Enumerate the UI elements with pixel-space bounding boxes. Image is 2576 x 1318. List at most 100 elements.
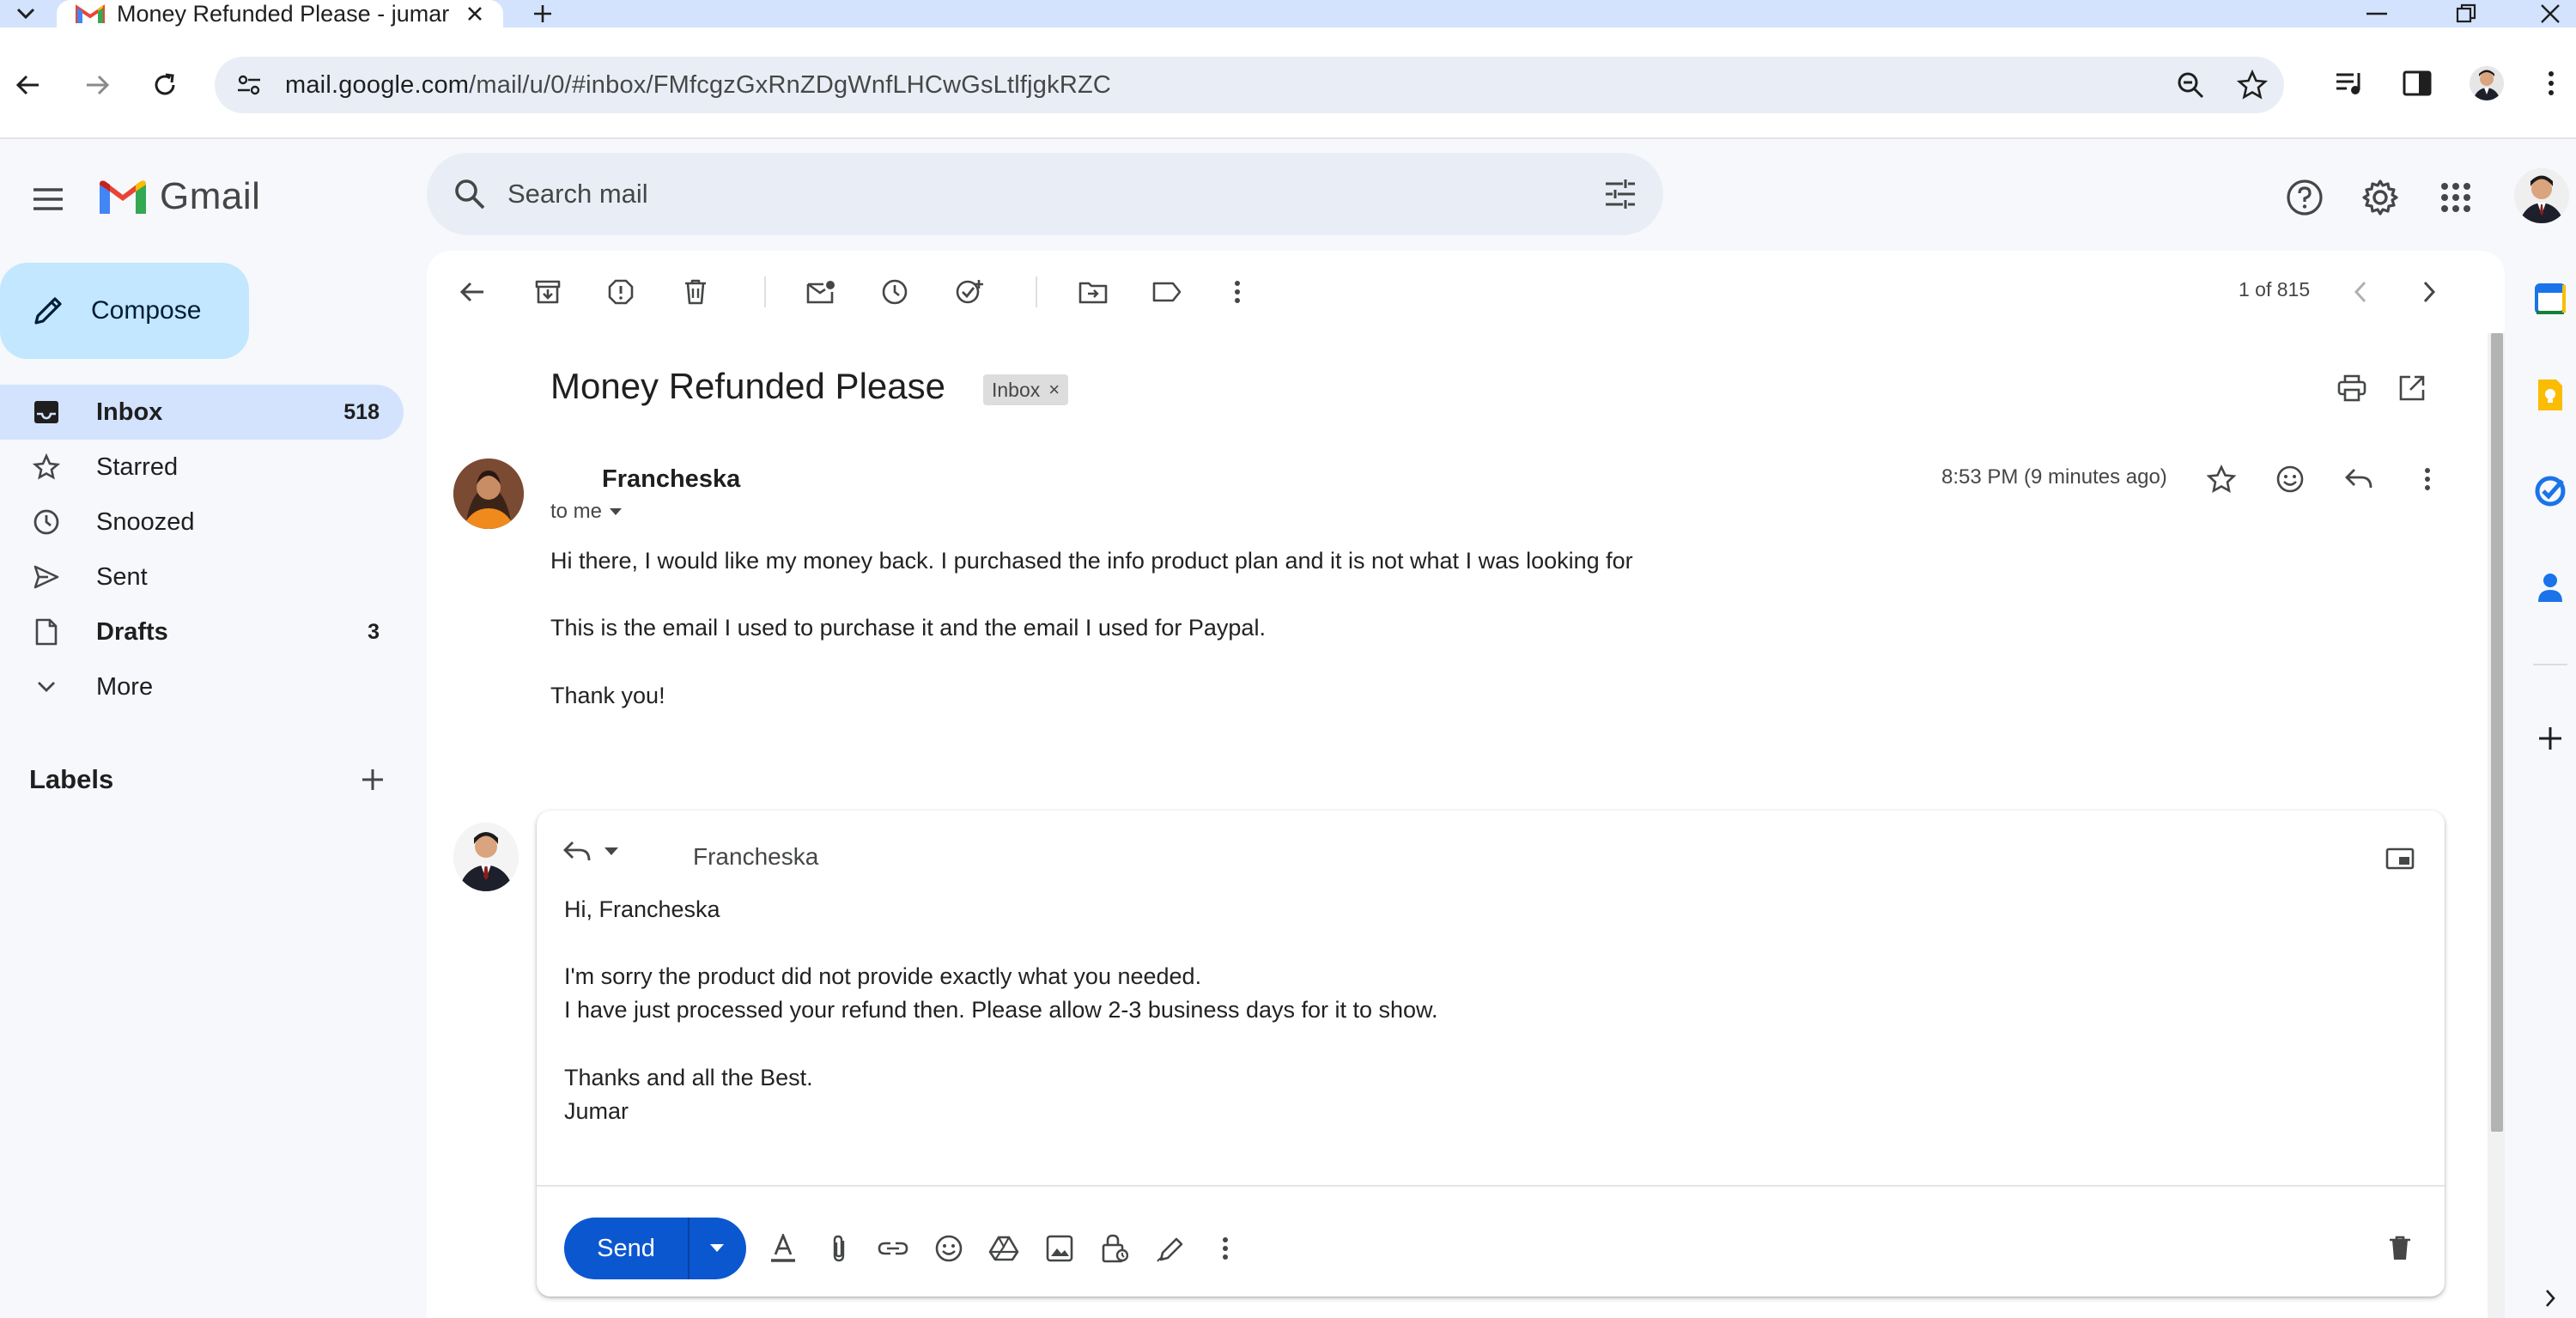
search-icon[interactable] xyxy=(447,172,492,216)
browser-menu-icon[interactable] xyxy=(2528,60,2574,106)
send-button[interactable]: Send xyxy=(564,1218,690,1279)
contacts-icon[interactable] xyxy=(2526,563,2574,611)
side-panel-icon[interactable] xyxy=(2394,60,2440,106)
sidebar-item-more[interactable]: More xyxy=(0,659,404,714)
address-bar[interactable]: mail.google.com/mail/u/0/#inbox/FMfcgzGx… xyxy=(215,57,2284,113)
account-avatar[interactable] xyxy=(2514,168,2569,223)
delete-icon[interactable] xyxy=(671,268,720,316)
older-chevron-icon[interactable] xyxy=(2405,268,2453,316)
calendar-icon[interactable] xyxy=(2526,275,2574,323)
message-more-icon[interactable] xyxy=(2403,455,2451,503)
bookmark-star-icon[interactable] xyxy=(2234,67,2270,103)
sender-name[interactable]: Francheska xyxy=(602,465,740,494)
sidebar-item-snoozed[interactable]: Snoozed xyxy=(0,495,404,550)
popout-reply-icon[interactable] xyxy=(2381,840,2419,878)
formatting-options-icon[interactable] xyxy=(764,1230,802,1267)
reply-body-line[interactable]: Jumar xyxy=(564,1098,629,1125)
chevron-down-icon xyxy=(29,670,64,704)
scrollbar-thumb[interactable] xyxy=(2491,333,2503,1132)
reply-body-line[interactable]: I'm sorry the product did not provide ex… xyxy=(564,963,1201,990)
search-input[interactable] xyxy=(507,179,1538,210)
archive-icon[interactable] xyxy=(524,268,572,316)
sidebar-item-inbox[interactable]: Inbox 518 xyxy=(0,385,404,440)
message-body-line: This is the email I used to purchase it … xyxy=(550,615,1266,641)
label-icon[interactable] xyxy=(1143,268,1191,316)
reply-body-line[interactable]: I have just processed your refund then. … xyxy=(564,997,1438,1023)
gmail-logo[interactable]: Gmail xyxy=(96,175,260,218)
settings-gear-icon[interactable] xyxy=(2354,172,2406,223)
minimize-icon[interactable] xyxy=(2351,0,2403,27)
send-options-icon[interactable] xyxy=(690,1218,744,1279)
more-options-icon[interactable] xyxy=(1206,1230,1244,1267)
forward-icon[interactable] xyxy=(74,62,120,108)
snooze-icon[interactable] xyxy=(871,268,919,316)
site-info-icon[interactable] xyxy=(232,68,266,102)
main-menu-icon[interactable] xyxy=(22,173,74,225)
caret-down-icon[interactable] xyxy=(609,507,623,516)
back-to-inbox-icon[interactable] xyxy=(448,268,496,316)
newer-chevron-icon[interactable] xyxy=(2336,268,2385,316)
reply-icon xyxy=(563,841,591,861)
discard-draft-icon[interactable] xyxy=(2381,1230,2419,1267)
remove-label-icon[interactable]: × xyxy=(1048,379,1060,401)
reply-composer[interactable]: Francheska Hi, Francheska I'm sorry the … xyxy=(537,811,2445,1297)
zoom-icon[interactable] xyxy=(2172,67,2208,103)
gmail-logo-text: Gmail xyxy=(160,175,261,217)
mark-unread-icon[interactable] xyxy=(797,268,845,316)
reply-icon[interactable] xyxy=(2335,455,2383,503)
scrollbar[interactable] xyxy=(2488,333,2505,1318)
user-avatar xyxy=(453,823,519,891)
add-reaction-icon[interactable] xyxy=(2266,455,2314,503)
move-to-icon[interactable] xyxy=(1069,268,1117,316)
recipient-details[interactable]: to me xyxy=(550,500,623,524)
reply-body-line[interactable]: Thanks and all the Best. xyxy=(564,1065,813,1091)
google-drive-icon[interactable] xyxy=(985,1230,1023,1267)
insert-signature-icon[interactable] xyxy=(1151,1230,1189,1267)
help-icon[interactable] xyxy=(2279,172,2330,223)
insert-emoji-icon[interactable] xyxy=(930,1230,968,1267)
add-label-icon[interactable] xyxy=(355,762,390,797)
open-new-window-icon[interactable] xyxy=(2390,366,2434,410)
gmail-header: Gmail xyxy=(0,139,2576,251)
compose-button[interactable]: Compose xyxy=(0,263,249,359)
reply-type-dropdown[interactable] xyxy=(562,840,619,864)
more-actions-icon[interactable] xyxy=(1213,268,1261,316)
sidebar-item-drafts[interactable]: Drafts 3 xyxy=(0,604,404,659)
insert-link-icon[interactable] xyxy=(874,1230,912,1267)
sidebar-item-sent[interactable]: Sent xyxy=(0,550,404,604)
caret-down-icon xyxy=(605,847,618,855)
reply-body-line[interactable]: Hi, Francheska xyxy=(564,896,720,923)
hide-side-panel-icon[interactable] xyxy=(2526,1274,2574,1318)
toolbar-divider xyxy=(764,276,766,307)
search-bar[interactable] xyxy=(427,153,1663,235)
confidential-mode-icon[interactable] xyxy=(1096,1230,1133,1267)
reply-recipient[interactable]: Francheska xyxy=(693,843,818,871)
media-controls-icon[interactable] xyxy=(2327,60,2373,106)
tasks-icon[interactable] xyxy=(2526,467,2574,515)
inbox-label-chip[interactable]: Inbox × xyxy=(983,374,1069,405)
new-tab-icon[interactable] xyxy=(526,0,560,27)
apps-grid-icon[interactable] xyxy=(2430,172,2482,223)
tab-search-chevron-icon[interactable] xyxy=(10,2,41,26)
back-icon[interactable] xyxy=(5,62,52,108)
insert-photo-icon[interactable] xyxy=(1041,1230,1078,1267)
browser-tab[interactable]: Money Refunded Please - jumar xyxy=(57,0,503,27)
star-message-icon[interactable] xyxy=(2197,455,2245,503)
get-addons-icon[interactable] xyxy=(2526,714,2574,762)
folder-list: Inbox 518 Starred Snoozed Sent Drafts 3 … xyxy=(0,385,404,714)
inbox-icon xyxy=(29,395,64,429)
sender-avatar[interactable] xyxy=(453,459,524,529)
attach-file-icon[interactable] xyxy=(820,1230,858,1267)
keep-notes-icon[interactable] xyxy=(2526,371,2574,419)
tab-close-icon[interactable] xyxy=(462,1,488,27)
sidebar-item-label: More xyxy=(96,672,154,701)
reload-icon[interactable] xyxy=(142,62,188,108)
sidebar-item-starred[interactable]: Starred xyxy=(0,440,404,495)
search-options-icon[interactable] xyxy=(1600,173,1641,215)
window-close-icon[interactable] xyxy=(2524,0,2576,27)
add-to-tasks-icon[interactable] xyxy=(945,268,993,316)
print-icon[interactable] xyxy=(2330,366,2374,410)
report-spam-icon[interactable] xyxy=(597,268,645,316)
restore-icon[interactable] xyxy=(2440,0,2492,27)
profile-avatar-small[interactable] xyxy=(2464,60,2510,106)
